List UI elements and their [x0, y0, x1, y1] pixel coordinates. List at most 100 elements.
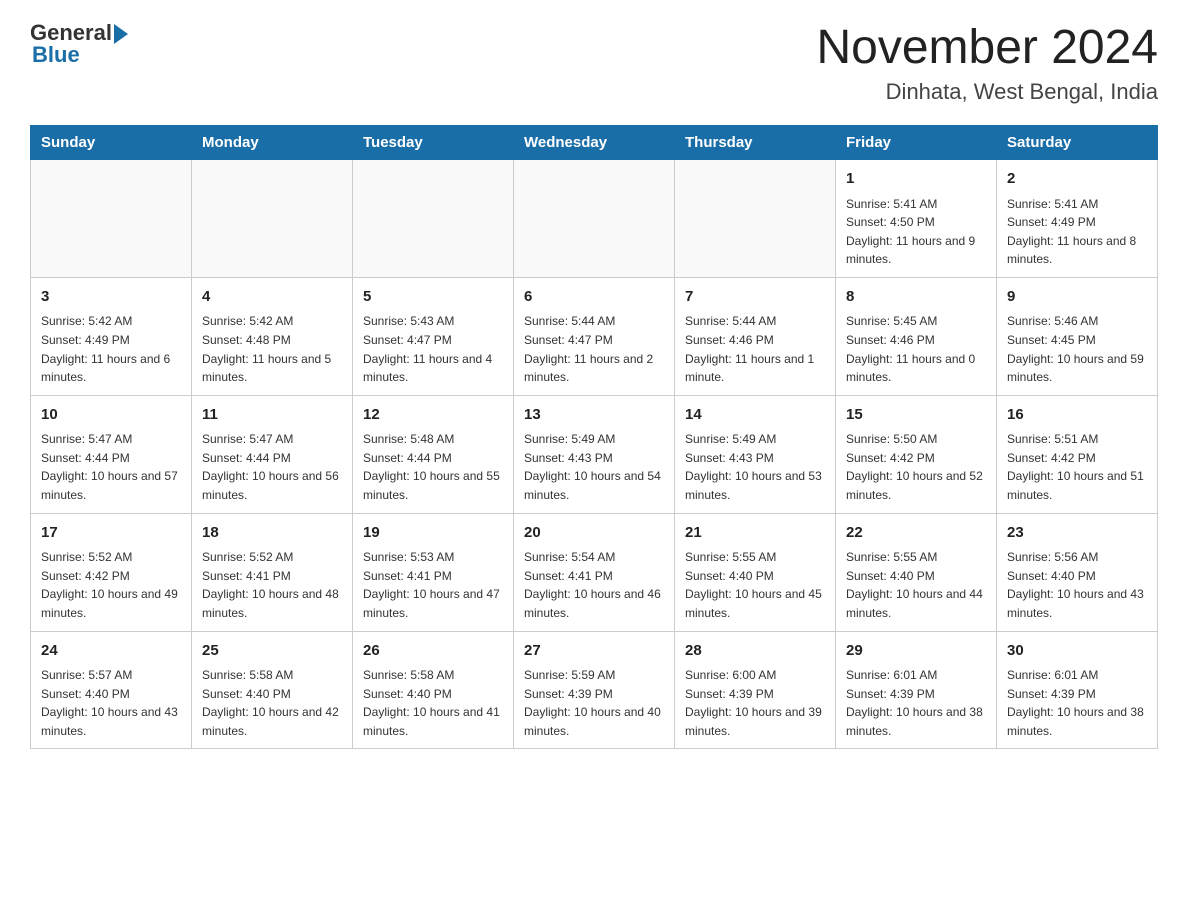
day-info: Sunrise: 5:41 AMSunset: 4:50 PMDaylight:…: [846, 195, 986, 269]
calendar-cell: 19 Sunrise: 5:53 AMSunset: 4:41 PMDayligh…: [353, 513, 514, 631]
column-header-wednesday: Wednesday: [514, 126, 675, 160]
calendar-cell: 4 Sunrise: 5:42 AMSunset: 4:48 PMDaylight…: [192, 277, 353, 395]
day-number: 4: [202, 286, 342, 309]
day-info: Sunrise: 5:45 AMSunset: 4:46 PMDaylight:…: [846, 312, 986, 386]
day-info: Sunrise: 5:55 AMSunset: 4:40 PMDaylight:…: [685, 548, 825, 622]
day-info: Sunrise: 5:49 AMSunset: 4:43 PMDaylight:…: [685, 430, 825, 504]
column-header-friday: Friday: [836, 126, 997, 160]
calendar-cell: 7 Sunrise: 5:44 AMSunset: 4:46 PMDaylight…: [675, 277, 836, 395]
calendar-header-row: SundayMondayTuesdayWednesdayThursdayFrid…: [31, 126, 1158, 160]
day-number: 7: [685, 286, 825, 309]
calendar-cell: 5 Sunrise: 5:43 AMSunset: 4:47 PMDaylight…: [353, 277, 514, 395]
page-header: General Blue November 2024 Dinhata, West…: [30, 20, 1158, 105]
calendar-cell: 26Sunrise: 5:58 AMSunset: 4:40 PMDayligh…: [353, 631, 514, 749]
day-info: Sunrise: 5:44 AMSunset: 4:47 PMDaylight:…: [524, 312, 664, 386]
day-number: 2: [1007, 168, 1147, 191]
day-info: Sunrise: 5:59 AMSunset: 4:39 PMDaylight:…: [524, 666, 664, 740]
calendar-cell: 27Sunrise: 5:59 AMSunset: 4:39 PMDayligh…: [514, 631, 675, 749]
day-info: Sunrise: 5:44 AMSunset: 4:46 PMDaylight:…: [685, 312, 825, 386]
calendar-cell: 13 Sunrise: 5:49 AMSunset: 4:43 PMDayligh…: [514, 395, 675, 513]
calendar-cell: 15 Sunrise: 5:50 AMSunset: 4:42 PMDayligh…: [836, 395, 997, 513]
calendar-cell: 25 Sunrise: 5:58 AMSunset: 4:40 PMDayligh…: [192, 631, 353, 749]
calendar-cell: 28 Sunrise: 6:00 AMSunset: 4:39 PMDayligh…: [675, 631, 836, 749]
calendar-cell: 3Sunrise: 5:42 AMSunset: 4:49 PMDaylight…: [31, 277, 192, 395]
location-subtitle: Dinhata, West Bengal, India: [816, 79, 1158, 105]
day-info: Sunrise: 5:57 AMSunset: 4:40 PMDaylight:…: [41, 666, 181, 740]
calendar-week-row: 10 Sunrise: 5:47 AMSunset: 4:44 PMDayligh…: [31, 395, 1158, 513]
day-info: Sunrise: 5:50 AMSunset: 4:42 PMDaylight:…: [846, 430, 986, 504]
day-number: 21: [685, 522, 825, 545]
calendar-cell: [192, 160, 353, 278]
column-header-monday: Monday: [192, 126, 353, 160]
day-info: Sunrise: 5:49 AMSunset: 4:43 PMDaylight:…: [524, 430, 664, 504]
calendar-cell: 1Sunrise: 5:41 AMSunset: 4:50 PMDaylight…: [836, 160, 997, 278]
day-number: 12: [363, 404, 503, 427]
day-info: Sunrise: 5:42 AMSunset: 4:48 PMDaylight:…: [202, 312, 342, 386]
day-number: 15: [846, 404, 986, 427]
day-info: Sunrise: 5:48 AMSunset: 4:44 PMDaylight:…: [363, 430, 503, 504]
calendar-cell: 8 Sunrise: 5:45 AMSunset: 4:46 PMDaylight…: [836, 277, 997, 395]
day-number: 19: [363, 522, 503, 545]
day-number: 13: [524, 404, 664, 427]
day-number: 8: [846, 286, 986, 309]
calendar-cell: 12 Sunrise: 5:48 AMSunset: 4:44 PMDayligh…: [353, 395, 514, 513]
calendar-week-row: 24 Sunrise: 5:57 AMSunset: 4:40 PMDayligh…: [31, 631, 1158, 749]
day-info: Sunrise: 5:46 AMSunset: 4:45 PMDaylight:…: [1007, 312, 1147, 386]
day-number: 5: [363, 286, 503, 309]
calendar-cell: 22Sunrise: 5:55 AMSunset: 4:40 PMDayligh…: [836, 513, 997, 631]
day-number: 25: [202, 640, 342, 663]
day-info: Sunrise: 5:55 AMSunset: 4:40 PMDaylight:…: [846, 548, 986, 622]
day-info: Sunrise: 6:01 AMSunset: 4:39 PMDaylight:…: [1007, 666, 1147, 740]
day-number: 23: [1007, 522, 1147, 545]
title-block: November 2024 Dinhata, West Bengal, Indi…: [816, 20, 1158, 105]
day-number: 30: [1007, 640, 1147, 663]
calendar-cell: 24 Sunrise: 5:57 AMSunset: 4:40 PMDayligh…: [31, 631, 192, 749]
calendar-cell: 16Sunrise: 5:51 AMSunset: 4:42 PMDayligh…: [997, 395, 1158, 513]
day-number: 18: [202, 522, 342, 545]
calendar-cell: [353, 160, 514, 278]
day-info: Sunrise: 6:00 AMSunset: 4:39 PMDaylight:…: [685, 666, 825, 740]
day-info: Sunrise: 5:58 AMSunset: 4:40 PMDaylight:…: [363, 666, 503, 740]
logo: General Blue: [30, 20, 128, 68]
logo-blue-text: Blue: [30, 42, 80, 68]
calendar-table: SundayMondayTuesdayWednesdayThursdayFrid…: [30, 125, 1158, 749]
day-info: Sunrise: 5:52 AMSunset: 4:41 PMDaylight:…: [202, 548, 342, 622]
calendar-cell: 11Sunrise: 5:47 AMSunset: 4:44 PMDayligh…: [192, 395, 353, 513]
day-info: Sunrise: 5:54 AMSunset: 4:41 PMDaylight:…: [524, 548, 664, 622]
day-info: Sunrise: 5:47 AMSunset: 4:44 PMDaylight:…: [202, 430, 342, 504]
calendar-cell: 23 Sunrise: 5:56 AMSunset: 4:40 PMDayligh…: [997, 513, 1158, 631]
column-header-tuesday: Tuesday: [353, 126, 514, 160]
day-info: Sunrise: 5:51 AMSunset: 4:42 PMDaylight:…: [1007, 430, 1147, 504]
calendar-cell: 10Sunrise: 5:47 AMSunset: 4:44 PMDayligh…: [31, 395, 192, 513]
day-info: Sunrise: 5:43 AMSunset: 4:47 PMDaylight:…: [363, 312, 503, 386]
calendar-cell: 17Sunrise: 5:52 AMSunset: 4:42 PMDayligh…: [31, 513, 192, 631]
calendar-week-row: 1Sunrise: 5:41 AMSunset: 4:50 PMDaylight…: [31, 160, 1158, 278]
day-info: Sunrise: 5:56 AMSunset: 4:40 PMDaylight:…: [1007, 548, 1147, 622]
column-header-sunday: Sunday: [31, 126, 192, 160]
main-title: November 2024: [816, 20, 1158, 75]
calendar-cell: 29Sunrise: 6:01 AMSunset: 4:39 PMDayligh…: [836, 631, 997, 749]
day-info: Sunrise: 5:58 AMSunset: 4:40 PMDaylight:…: [202, 666, 342, 740]
day-number: 24: [41, 640, 181, 663]
calendar-cell: [675, 160, 836, 278]
day-number: 29: [846, 640, 986, 663]
calendar-cell: 21 Sunrise: 5:55 AMSunset: 4:40 PMDayligh…: [675, 513, 836, 631]
day-number: 28: [685, 640, 825, 663]
calendar-cell: 20Sunrise: 5:54 AMSunset: 4:41 PMDayligh…: [514, 513, 675, 631]
calendar-cell: 30 Sunrise: 6:01 AMSunset: 4:39 PMDayligh…: [997, 631, 1158, 749]
day-number: 3: [41, 286, 181, 309]
calendar-cell: 18 Sunrise: 5:52 AMSunset: 4:41 PMDayligh…: [192, 513, 353, 631]
day-number: 6: [524, 286, 664, 309]
calendar-cell: 9 Sunrise: 5:46 AMSunset: 4:45 PMDaylight…: [997, 277, 1158, 395]
day-number: 10: [41, 404, 181, 427]
calendar-cell: 14 Sunrise: 5:49 AMSunset: 4:43 PMDayligh…: [675, 395, 836, 513]
calendar-week-row: 3Sunrise: 5:42 AMSunset: 4:49 PMDaylight…: [31, 277, 1158, 395]
day-info: Sunrise: 5:52 AMSunset: 4:42 PMDaylight:…: [41, 548, 181, 622]
column-header-saturday: Saturday: [997, 126, 1158, 160]
day-info: Sunrise: 5:41 AMSunset: 4:49 PMDaylight:…: [1007, 195, 1147, 269]
calendar-week-row: 17Sunrise: 5:52 AMSunset: 4:42 PMDayligh…: [31, 513, 1158, 631]
day-info: Sunrise: 5:53 AMSunset: 4:41 PMDaylight:…: [363, 548, 503, 622]
day-number: 14: [685, 404, 825, 427]
calendar-cell: [514, 160, 675, 278]
day-number: 9: [1007, 286, 1147, 309]
